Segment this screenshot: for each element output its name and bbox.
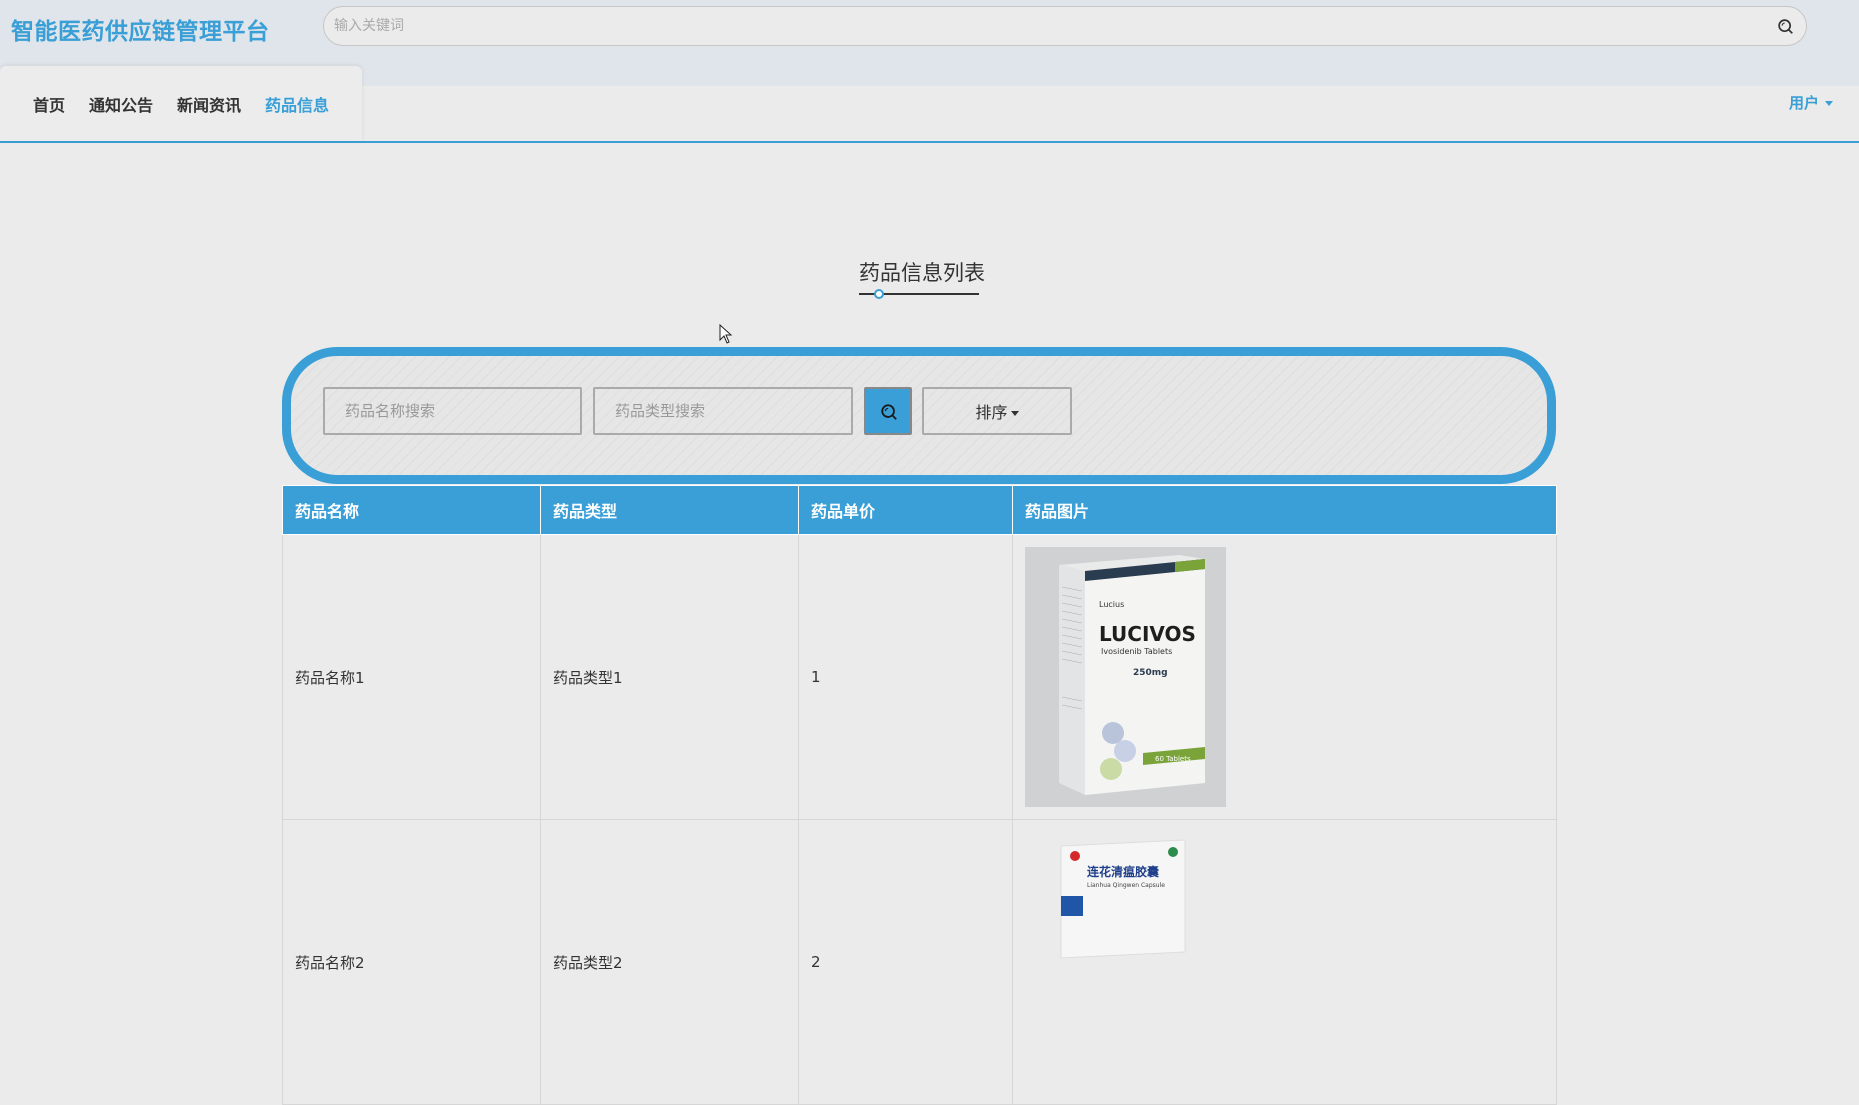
- drug-name-search-input[interactable]: [323, 387, 582, 435]
- cell-drug-price: 1: [798, 534, 1013, 820]
- drug-image-subtitle: Ivosidenib Tablets: [1101, 647, 1172, 656]
- chevron-down-icon: [1010, 411, 1019, 416]
- column-header-price: 药品单价: [798, 485, 1013, 535]
- drug-image-lianhua[interactable]: 连花清瘟胶囊 Lianhua Qingwen Capsule: [1025, 832, 1226, 1092]
- sort-dropdown-button[interactable]: 排序: [922, 387, 1072, 435]
- table-row[interactable]: 药品名称1 药品类型1 1 Lucius LUCIVOS Ivosidenib …: [282, 534, 1557, 820]
- column-header-name: 药品名称: [282, 485, 541, 535]
- table-header-row: 药品名称 药品类型 药品单价 药品图片: [282, 485, 1557, 535]
- drug-image-dose: 250mg: [1133, 668, 1168, 678]
- table-row[interactable]: 药品名称2 药品类型2 2 连花清瘟胶囊 Lianhua Qingwen Cap…: [282, 819, 1557, 1105]
- page-title: 药品信息列表: [859, 261, 985, 285]
- column-header-image: 药品图片: [1012, 485, 1557, 535]
- cell-drug-name: 药品名称2: [282, 819, 541, 1105]
- search-icon[interactable]: [1777, 18, 1794, 35]
- nav-item-drug-info[interactable]: 药品信息: [265, 92, 329, 116]
- nav-item-home[interactable]: 首页: [33, 92, 65, 116]
- chevron-down-icon: [1825, 101, 1833, 106]
- drug-image-count: 60 Tablets: [1155, 755, 1191, 763]
- column-header-type: 药品类型: [540, 485, 799, 535]
- user-menu-label: 用户: [1788, 94, 1819, 112]
- drug-image-product: 连花清瘟胶囊: [1087, 864, 1160, 879]
- search-icon: [881, 404, 897, 420]
- cell-drug-name: 药品名称1: [282, 534, 541, 820]
- filter-search-button[interactable]: [864, 387, 912, 435]
- cell-drug-image: Lucius LUCIVOS Ivosidenib Tablets 250mg …: [1012, 534, 1557, 820]
- drug-info-table: 药品名称 药品类型 药品单价 药品图片 药品名称1 药品类型1 1 Lucius…: [282, 485, 1557, 1105]
- sort-label: 排序: [975, 403, 1008, 422]
- site-logo[interactable]: 智能医药供应链管理平台: [11, 12, 270, 46]
- drug-image-product: LUCIVOS: [1099, 622, 1196, 646]
- drug-type-search-input[interactable]: [593, 387, 853, 435]
- nav-item-notices[interactable]: 通知公告: [89, 92, 153, 116]
- cell-drug-type: 药品类型1: [540, 534, 799, 820]
- cell-drug-image: 连花清瘟胶囊 Lianhua Qingwen Capsule: [1012, 819, 1557, 1105]
- global-search: [323, 6, 1807, 46]
- drug-image-subtitle: Lianhua Qingwen Capsule: [1087, 882, 1165, 889]
- drug-image-lucivos[interactable]: Lucius LUCIVOS Ivosidenib Tablets 250mg …: [1025, 547, 1226, 807]
- global-search-input[interactable]: [334, 7, 1754, 45]
- mouse-cursor-icon: [719, 324, 733, 344]
- title-decoration-dot: [874, 289, 884, 299]
- cell-drug-price: 2: [798, 819, 1013, 1105]
- user-menu[interactable]: 用户: [1789, 92, 1833, 113]
- cell-drug-type: 药品类型2: [540, 819, 799, 1105]
- drug-image-brand: Lucius: [1099, 600, 1124, 609]
- nav-item-news[interactable]: 新闻资讯: [177, 92, 241, 116]
